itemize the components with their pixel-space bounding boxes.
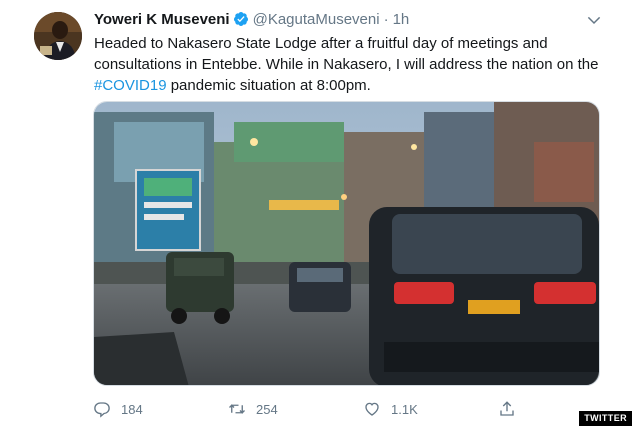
street-scene-image — [94, 102, 599, 385]
chevron-down-icon[interactable] — [585, 11, 603, 29]
author-name[interactable]: Yoweri K Museveni — [94, 11, 230, 28]
reply-icon — [94, 402, 110, 418]
separator-dot: · — [383, 11, 389, 28]
hashtag-link[interactable]: #COVID19 — [94, 77, 167, 94]
tweet-text: Headed to Nakasero State Lodge after a f… — [94, 33, 604, 96]
retweet-button[interactable]: 254 — [228, 398, 278, 420]
retweet-count: 254 — [256, 401, 278, 417]
avatar[interactable] — [34, 12, 82, 60]
tweet-header: Yoweri K Museveni @KagutaMuseveni · 1h — [94, 10, 605, 30]
reply-button[interactable]: 184 — [93, 398, 143, 420]
share-icon — [500, 401, 514, 416]
tweet-photo[interactable] — [93, 101, 600, 386]
tweet-text-part: Headed to Nakasero State Lodge after a f… — [94, 35, 599, 73]
heart-icon — [365, 402, 379, 416]
share-button[interactable] — [498, 398, 526, 420]
like-button[interactable]: 1.1K — [363, 398, 418, 420]
author-handle[interactable]: @KagutaMuseveni — [253, 11, 380, 28]
retweet-icon — [229, 404, 245, 414]
reply-count: 184 — [121, 401, 143, 417]
like-count: 1.1K — [391, 401, 418, 417]
tweet-actions: 184 254 1.1K — [93, 398, 533, 420]
verified-badge-icon — [233, 12, 248, 26]
tweet-timestamp[interactable]: 1h — [393, 11, 410, 28]
twitter-watermark: TWITTER — [579, 411, 632, 426]
tweet-text-part: pandemic situation at 8:00pm. — [166, 77, 371, 94]
